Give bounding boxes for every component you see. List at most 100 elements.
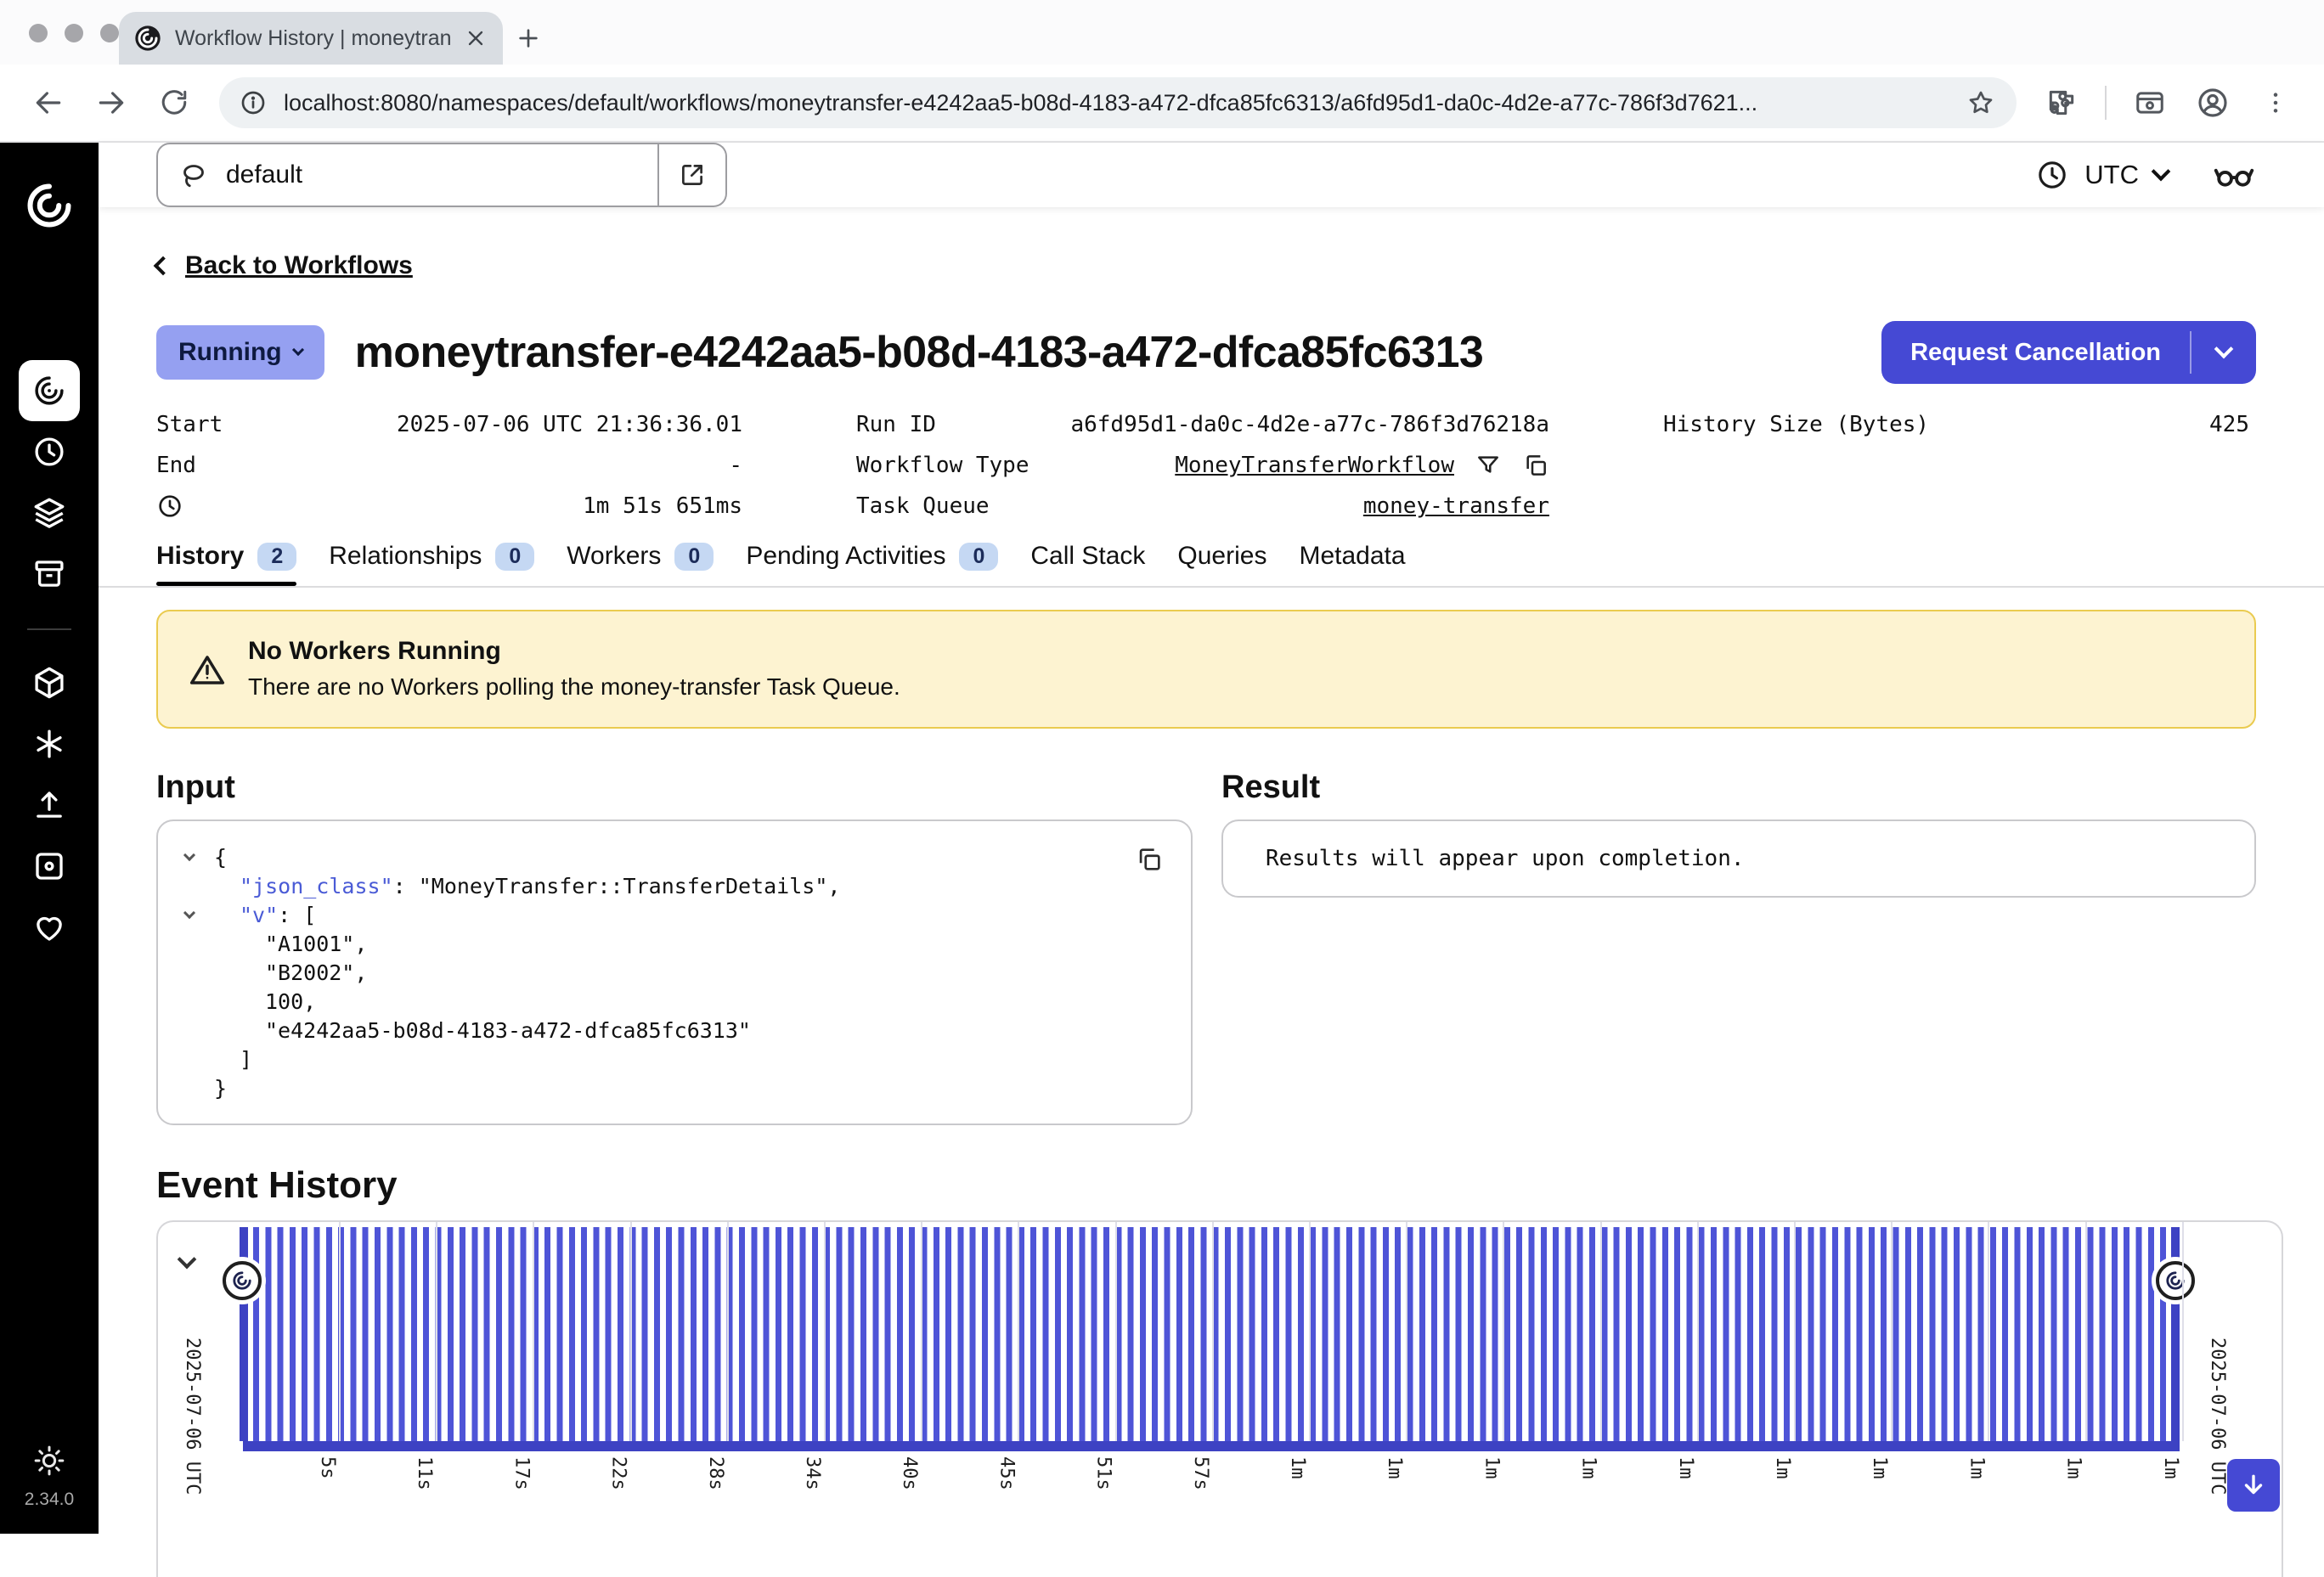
tab-title: Workflow History | moneytran: [175, 26, 450, 51]
timeline-tick-label: 1m: [2063, 1456, 2084, 1479]
task-queue-link[interactable]: money-transfer: [1363, 493, 1549, 519]
macos-window-controls[interactable]: [29, 24, 119, 42]
banner-title: No Workers Running: [248, 634, 900, 669]
collapse-chevron-icon[interactable]: [183, 907, 195, 919]
profile-icon[interactable]: [2185, 75, 2241, 131]
back-row: Back to Workflows: [156, 251, 2256, 280]
tab-call-stack[interactable]: Call Stack: [1030, 542, 1145, 586]
app-version: 2.34.0: [25, 1490, 74, 1510]
sidebar-item-nexus[interactable]: [19, 713, 80, 774]
scroll-to-bottom-button[interactable]: [2227, 1459, 2280, 1512]
timeline-gridline: [436, 1222, 437, 1441]
data-encoder-glasses-icon[interactable]: [2212, 153, 2256, 197]
collapse-timeline-chevron-icon[interactable]: [178, 1250, 197, 1270]
timeline-gridline: [1794, 1222, 1796, 1441]
tab-close-icon[interactable]: [464, 26, 488, 50]
result-column: Result Results will appear upon completi…: [1221, 769, 2256, 1125]
sidebar-item-deployments[interactable]: [19, 482, 80, 544]
url-text: localhost:8080/namespaces/default/workfl…: [284, 90, 1949, 116]
status-badge[interactable]: Running: [156, 325, 324, 380]
timeline-gridline: [1697, 1222, 1699, 1441]
tab-label: Pending Activities: [746, 542, 945, 571]
code-line: "B2002",: [185, 959, 1164, 988]
sidebar-item-batch[interactable]: [19, 652, 80, 713]
cancel-menu-caret[interactable]: [2191, 321, 2256, 384]
timeline-tick-label: 34s: [802, 1456, 823, 1490]
window-zoom-button[interactable]: [100, 24, 119, 42]
detail-row-run-id: Run ID a6fd95d1-da0c-4d2e-a77c-786f3d762…: [856, 404, 1549, 445]
theme-sun-icon[interactable]: [32, 1444, 66, 1478]
tab-history[interactable]: History2: [156, 542, 296, 586]
event-history-heading: Event History: [156, 1164, 2256, 1207]
request-cancellation-button[interactable]: Request Cancellation: [1881, 321, 2256, 384]
code-line: ]: [185, 1045, 1164, 1074]
site-info-icon[interactable]: [240, 89, 267, 116]
code-line: "v": [: [185, 901, 1164, 930]
workflow-type-value-group: MoneyTransferWorkflow: [1175, 452, 1549, 479]
copy-icon[interactable]: [1135, 845, 1164, 874]
run-id-value: a6fd95d1-da0c-4d2e-a77c-786f3d76218a: [1070, 412, 1549, 437]
code-line: "e4242aa5-b08d-4183-a472-dfca85fc6313": [185, 1017, 1164, 1045]
timeline-tick-label: 45s: [996, 1456, 1017, 1490]
end-value: -: [729, 453, 742, 478]
workflow-end-event-icon[interactable]: [2156, 1261, 2195, 1300]
timeline-gridline: [1600, 1222, 1602, 1441]
end-label: End: [156, 453, 196, 478]
timeline-end-marker: [2171, 1227, 2180, 1441]
back-icon[interactable]: [20, 75, 76, 131]
browser-tab[interactable]: Workflow History | moneytran: [119, 12, 503, 65]
sidebar-item-archive[interactable]: [19, 544, 80, 605]
sidebar-item-import[interactable]: [19, 774, 80, 836]
tab-pending-activities[interactable]: Pending Activities0: [746, 542, 998, 586]
tab-search-icon[interactable]: [2122, 75, 2178, 131]
namespace-switcher: default: [156, 143, 727, 207]
timeline-gridline: [824, 1222, 826, 1441]
temporal-logo[interactable]: [24, 180, 75, 231]
workflow-start-event-icon[interactable]: [223, 1261, 262, 1300]
tab-metadata[interactable]: Metadata: [1299, 542, 1405, 586]
menu-icon[interactable]: [2248, 75, 2304, 131]
workflow-type-link[interactable]: MoneyTransferWorkflow: [1175, 453, 1454, 478]
sidebar-footer: 2.34.0: [25, 1444, 74, 1510]
address-bar[interactable]: localhost:8080/namespaces/default/workfl…: [219, 77, 2017, 128]
open-namespace-button[interactable]: [659, 143, 727, 207]
back-to-workflows-link[interactable]: Back to Workflows: [185, 251, 413, 280]
result-box: Results will appear upon completion.: [1221, 819, 2256, 898]
input-code: {"json_class": "MoneyTransfer::TransferD…: [185, 843, 1164, 1103]
copy-icon[interactable]: [1522, 452, 1549, 479]
sidebar-item-labs[interactable]: [19, 836, 80, 897]
bookmark-star-icon[interactable]: [1966, 87, 1996, 118]
sidebar-item-schedules[interactable]: [19, 421, 80, 482]
sidebar-divider: [27, 628, 71, 630]
tab-queries[interactable]: Queries: [1177, 542, 1266, 586]
timeline-tick-label: 1m: [1772, 1456, 1793, 1479]
new-tab-button[interactable]: [503, 12, 554, 65]
workflow-page: Back to Workflows Running moneytransfer-…: [99, 207, 2324, 1577]
workflow-type-label: Workflow Type: [856, 453, 1029, 478]
forward-icon[interactable]: [83, 75, 139, 131]
workflow-tabs: History2 Relationships0 Workers0 Pending Ac…: [156, 542, 2256, 586]
tab-relationships[interactable]: Relationships0: [329, 542, 534, 586]
sidebar-item-workflows[interactable]: [19, 360, 80, 421]
collapse-chevron-icon[interactable]: [183, 849, 195, 861]
timeline-tick-label: 1m: [1384, 1456, 1405, 1479]
reload-icon[interactable]: [146, 75, 202, 131]
timeline-end-edge-label: 2025-07-06 UTC: [2207, 1338, 2228, 1495]
window-minimize-button[interactable]: [65, 24, 83, 42]
extensions-icon[interactable]: [2034, 75, 2090, 131]
sidebar-item-feedback[interactable]: [19, 897, 80, 958]
window-close-button[interactable]: [29, 24, 48, 42]
page: { "colors": { "accent": "#4549d4", "runn…: [0, 0, 2324, 1534]
tab-workers[interactable]: Workers0: [567, 542, 714, 586]
timeline-event-bars[interactable]: [253, 1227, 2168, 1441]
browser-chrome: Workflow History | moneytran localhost:8…: [0, 0, 2324, 143]
filter-icon[interactable]: [1475, 452, 1502, 479]
timeline-tick-label: 11s: [414, 1456, 435, 1490]
namespace-select[interactable]: default: [156, 143, 659, 207]
code-line: "json_class": "MoneyTransfer::TransferDe…: [185, 872, 1164, 901]
timeline-gridline: [1503, 1222, 1504, 1441]
timezone-select[interactable]: UTC: [2035, 158, 2168, 192]
timeline-start-marker: [240, 1227, 248, 1441]
chevron-down-icon: [2152, 162, 2171, 182]
request-cancellation-label[interactable]: Request Cancellation: [1881, 321, 2190, 384]
